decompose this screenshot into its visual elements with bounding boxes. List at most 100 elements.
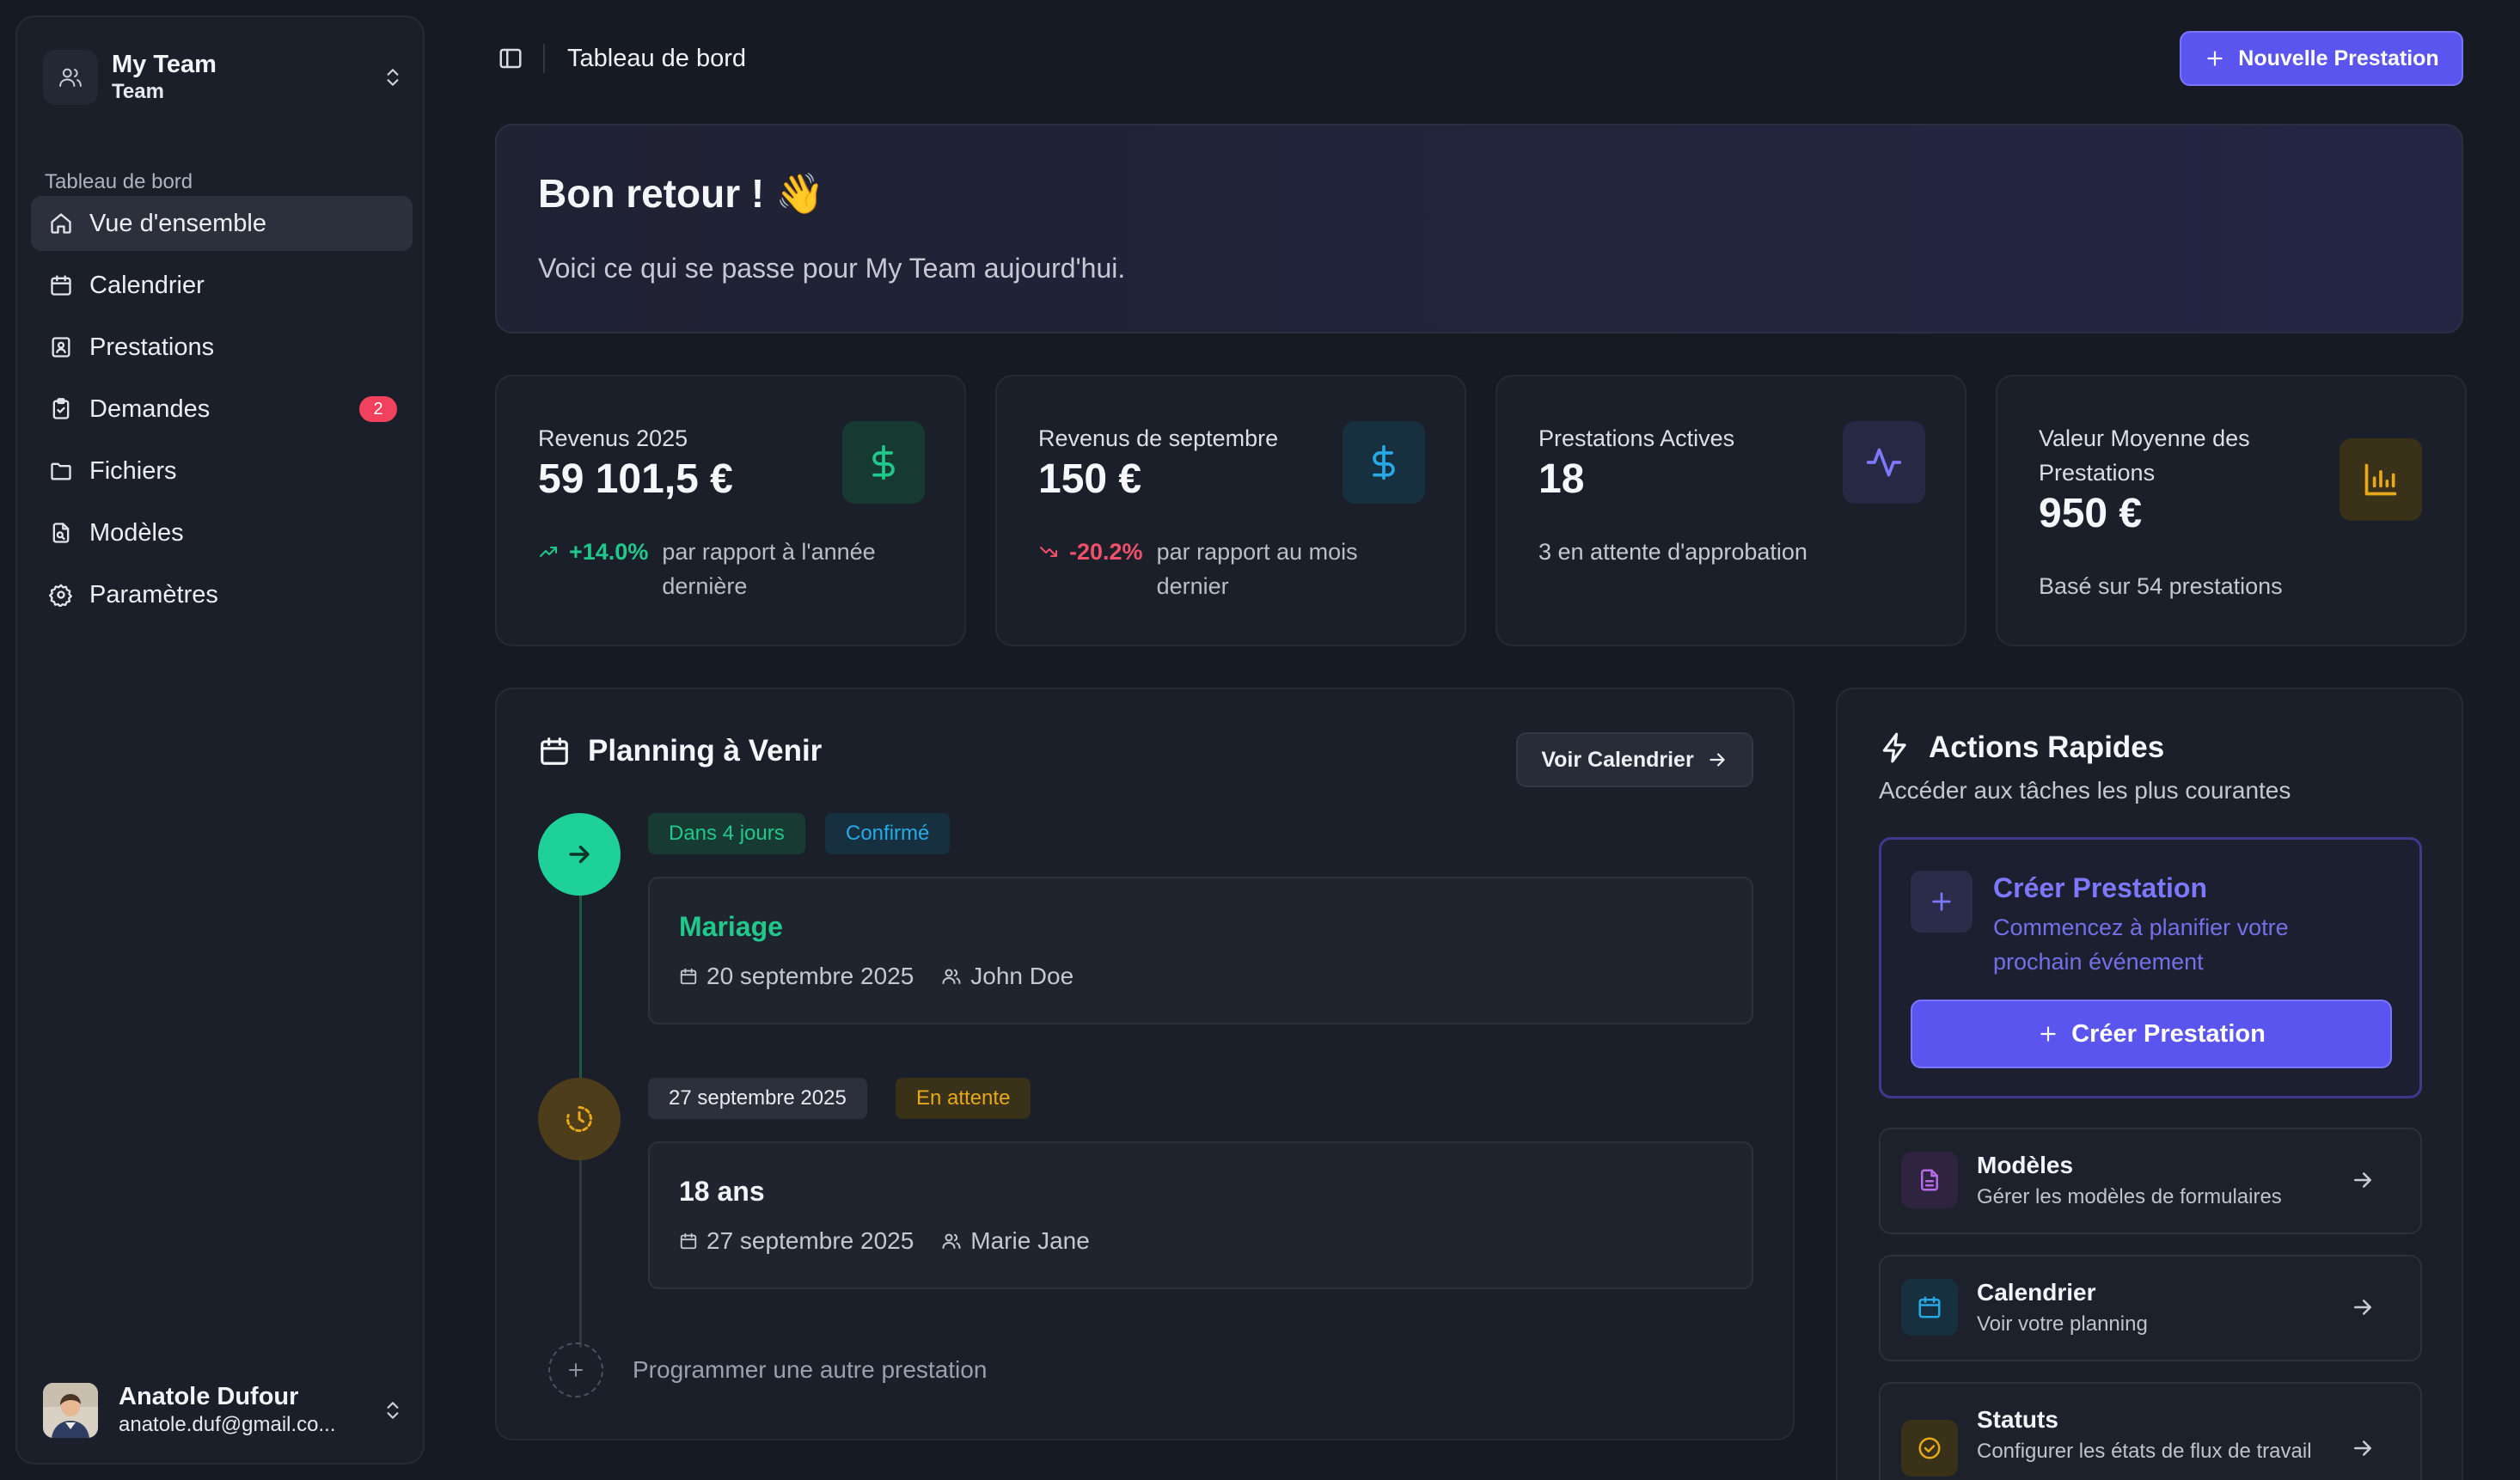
plus-icon: [2204, 47, 2226, 70]
sidebar-item-requests[interactable]: Demandes 2: [31, 382, 413, 437]
team-plan: Team: [112, 80, 164, 103]
team-switcher[interactable]: My Team Team: [43, 41, 404, 113]
users-icon: [43, 50, 98, 105]
user-menu[interactable]: Anatole Dufour anatole.duf@gmail.co...: [43, 1379, 404, 1442]
stat-footer: 3 en attente d'approbation: [1538, 535, 1807, 569]
stat-description: par rapport au mois dernier: [1156, 539, 1358, 599]
sidebar-toggle-icon[interactable]: [493, 41, 528, 76]
quick-action-templates[interactable]: Modèles Gérer les modèles de formulaires: [1879, 1128, 2422, 1234]
view-calendar-label: Voir Calendrier: [1541, 747, 1694, 772]
stat-value: 150 €: [1038, 456, 1142, 502]
sidebar-item-label: Calendrier: [89, 271, 205, 299]
new-prestation-label: Nouvelle Prestation: [2238, 46, 2439, 70]
team-name: My Team: [112, 51, 217, 78]
event-person: John Doe: [941, 963, 1073, 990]
stat-card-revenue-month: Revenus de septembre 150 € -20.2% par ra…: [995, 375, 1466, 646]
quick-actions-title: Actions Rapides: [1879, 731, 2164, 765]
tag-when: 27 septembre 2025: [648, 1078, 867, 1119]
quick-action-desc: Gérer les modèles de formulaires: [1977, 1185, 2282, 1208]
stat-card-revenue-year: Revenus 2025 59 101,5 € +14.0% par rappo…: [495, 375, 966, 646]
sidebar-item-prestations[interactable]: Prestations: [31, 320, 413, 375]
stat-label: Valeur Moyenne des Prestations: [2039, 425, 2250, 486]
user-email: anatole.duf@gmail.co...: [119, 1413, 336, 1436]
welcome-subtitle: Voici ce qui se passe pour My Team aujou…: [538, 253, 1126, 284]
page-title: Tableau de bord: [567, 44, 746, 72]
stat-card-active-prestations: Prestations Actives 18 3 en attente d'ap…: [1495, 375, 1966, 646]
sidebar-item-settings[interactable]: Paramètres: [31, 567, 413, 622]
welcome-title: Bon retour ! 👋: [538, 171, 825, 216]
stat-card-average-value: Valeur Moyenne des Prestations 950 € Bas…: [1996, 375, 2467, 646]
event-date-text: 27 septembre 2025: [706, 1227, 914, 1254]
sidebar-item-files[interactable]: Fichiers: [31, 443, 413, 498]
event-date: 27 septembre 2025: [679, 1227, 914, 1255]
event-date: 20 septembre 2025: [679, 963, 914, 990]
stat-description: Basé sur 54 prestations: [2039, 573, 2283, 599]
event-date-text: 20 septembre 2025: [706, 963, 914, 989]
sidebar-item-overview[interactable]: Vue d'ensemble: [31, 196, 413, 251]
sidebar-nav: Vue d'ensemble Calendrier Prestations De…: [31, 196, 413, 629]
event-meta: 27 septembre 2025 Marie Jane: [679, 1227, 1117, 1255]
event-person-text: Marie Jane: [970, 1227, 1090, 1254]
arrow-right-icon: [538, 813, 621, 896]
stat-value: 59 101,5 €: [538, 456, 733, 502]
calendar-icon: [1901, 1279, 1958, 1336]
sidebar-item-label: Modèles: [89, 518, 184, 547]
arrow-right-icon: [1706, 749, 1728, 771]
stat-footer: -20.2% par rapport au mois dernier: [1038, 535, 1415, 603]
dollar-icon: [1343, 421, 1425, 504]
contact-book-icon: [46, 333, 76, 362]
tag-when: Dans 4 jours: [648, 813, 805, 854]
clock-history-icon: [538, 1078, 621, 1160]
lightning-icon: [1879, 731, 1911, 764]
calendar-icon: [46, 271, 76, 300]
arrow-right-icon: [2350, 1435, 2376, 1461]
event-person-text: John Doe: [970, 963, 1074, 989]
chevron-updown-icon: [382, 66, 404, 89]
new-prestation-button[interactable]: Nouvelle Prestation: [2180, 31, 2463, 86]
trend-up-icon: [540, 547, 557, 557]
stat-footer: Basé sur 54 prestations: [2039, 569, 2283, 603]
stat-footer: +14.0% par rapport à l'année dernière: [538, 535, 920, 603]
stat-label: Revenus 2025: [538, 425, 688, 451]
gear-icon: [46, 580, 76, 609]
user-name: Anatole Dufour: [119, 1383, 299, 1410]
quick-actions-card: Actions Rapides Accéder aux tâches les p…: [1836, 688, 2463, 1480]
create-prestation-title: Créer Prestation: [1993, 872, 2207, 903]
quick-action-calendar[interactable]: Calendrier Voir votre planning: [1879, 1255, 2422, 1361]
users-icon: [941, 1231, 962, 1251]
stat-label: Revenus de septembre: [1038, 425, 1279, 451]
quick-action-title: Statuts: [1977, 1406, 2058, 1433]
event-meta: 20 septembre 2025 John Doe: [679, 963, 1101, 990]
trend-down-icon: [1040, 547, 1057, 557]
nav-section-label: Tableau de bord: [45, 170, 193, 193]
quick-action-desc: Configurer les états de flux de travail: [1977, 1440, 2312, 1463]
status-badge: En attente: [896, 1078, 1031, 1119]
create-prestation-button[interactable]: Créer Prestation: [1911, 1000, 2392, 1068]
requests-count-badge: 2: [359, 396, 397, 422]
event-card[interactable]: Mariage 20 septembre 2025 John Doe: [648, 877, 1753, 1024]
create-prestation-desc: Commencez à planifier votre prochain évé…: [1993, 914, 2289, 975]
quick-action-title: Modèles: [1977, 1152, 2074, 1178]
users-icon: [941, 966, 962, 987]
calendar-icon: [679, 1232, 698, 1251]
stat-label: Prestations Actives: [1538, 425, 1735, 451]
divider: [543, 44, 545, 73]
plus-icon: [548, 1342, 603, 1397]
arrow-right-icon: [2350, 1294, 2376, 1320]
event-title: 18 ans: [679, 1176, 765, 1207]
sidebar-item-calendar[interactable]: Calendrier: [31, 258, 413, 313]
view-calendar-button[interactable]: Voir Calendrier: [1516, 732, 1753, 787]
sidebar-item-templates[interactable]: Modèles: [31, 505, 413, 560]
schedule-another-link[interactable]: Programmer une autre prestation: [548, 1342, 987, 1397]
trend-down: -20.2%: [1038, 535, 1143, 569]
event-person: Marie Jane: [941, 1227, 1090, 1255]
welcome-banner: Bon retour ! 👋 Voici ce qui se passe pou…: [495, 124, 2463, 333]
arrow-right-icon: [2350, 1167, 2376, 1193]
file-template-icon: [46, 518, 76, 547]
quick-action-statuses[interactable]: Statuts Configurer les états de flux de …: [1879, 1382, 2422, 1480]
event-card[interactable]: 18 ans 27 septembre 2025 Marie Jane: [648, 1141, 1753, 1289]
sidebar-item-label: Paramètres: [89, 580, 218, 609]
folder-icon: [46, 456, 76, 486]
stat-value: 18: [1538, 456, 1585, 502]
planning-title-text: Planning à Venir: [588, 734, 823, 768]
